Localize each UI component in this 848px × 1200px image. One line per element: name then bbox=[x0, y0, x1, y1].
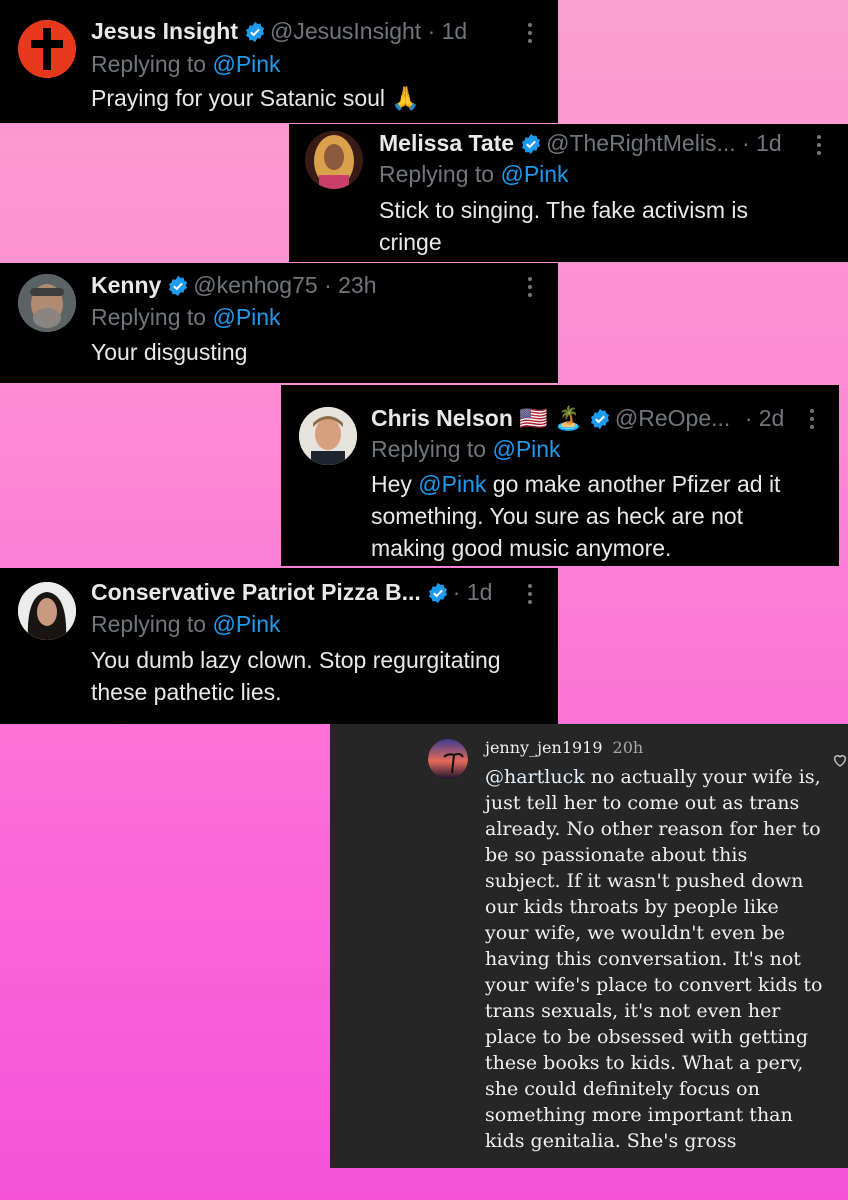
profile-photo-icon bbox=[299, 407, 357, 465]
tweet-card-chris-nelson[interactable]: Chris Nelson 🇺🇸 🏝️ @ReOpe... · 2d Replyin… bbox=[281, 385, 839, 566]
comment-body: no actually your wife is, just tell her … bbox=[485, 766, 823, 1152]
mention-link[interactable]: @hartluck bbox=[485, 766, 585, 788]
verified-badge-icon bbox=[428, 582, 447, 604]
replying-to-label: Replying to bbox=[91, 51, 207, 77]
tweet-text: Praying for your Satanic soul 🙏 bbox=[91, 85, 421, 111]
avatar[interactable] bbox=[428, 739, 468, 779]
tweet-card-kenny[interactable]: Kenny @kenhog75 · 23h Replying to @Pink Y… bbox=[0, 263, 558, 383]
replying-to-label: Replying to bbox=[379, 161, 495, 187]
display-name[interactable]: Conservative Patriot Pizza B... bbox=[91, 579, 421, 605]
verified-badge-icon bbox=[522, 133, 541, 155]
tweet-text-line: Hey @Pink go make another Pfizer ad it bbox=[371, 468, 831, 500]
profile-photo-icon bbox=[18, 582, 76, 640]
verified-badge-icon bbox=[245, 21, 265, 43]
display-name[interactable]: Kenny bbox=[91, 272, 161, 298]
replying-to: Replying to @Pink bbox=[91, 610, 281, 638]
avatar[interactable] bbox=[299, 407, 357, 465]
tweet-text-line: Stick to singing. The fake activism is bbox=[379, 197, 748, 223]
more-options-icon[interactable] bbox=[527, 584, 533, 606]
user-handle[interactable]: @kenhog75 bbox=[193, 272, 317, 298]
heart-icon[interactable] bbox=[832, 752, 848, 768]
tweet-text: You dumb lazy clown. Stop regurgitating … bbox=[91, 644, 551, 708]
replying-to: Replying to @Pink bbox=[371, 435, 561, 463]
verified-badge-icon bbox=[590, 408, 609, 430]
avatar[interactable] bbox=[18, 274, 76, 332]
display-name[interactable]: Chris Nelson 🇺🇸 🏝️ bbox=[371, 405, 583, 431]
tweet-header: Conservative Patriot Pizza B... · 1d bbox=[91, 578, 492, 606]
tweet-text: Your disgusting bbox=[91, 339, 248, 365]
display-name[interactable]: Jesus Insight bbox=[91, 18, 238, 44]
more-options-icon[interactable] bbox=[527, 277, 533, 299]
replying-to-label: Replying to bbox=[91, 304, 207, 330]
verified-badge-icon bbox=[169, 275, 188, 297]
timestamp[interactable]: · 23h bbox=[324, 272, 376, 298]
tweet-text: Hey @Pink go make another Pfizer ad it s… bbox=[371, 468, 831, 564]
cross-logo-icon bbox=[18, 20, 76, 78]
timestamp[interactable]: · 1d bbox=[453, 579, 493, 605]
replying-to-label: Replying to bbox=[371, 436, 487, 462]
mention-link[interactable]: @Pink bbox=[418, 471, 486, 497]
text-fragment: Hey bbox=[371, 471, 419, 497]
user-handle[interactable]: @JesusInsight bbox=[270, 18, 421, 44]
tweet-text-line: You dumb lazy clown. Stop regurgitating bbox=[91, 647, 501, 673]
avatar[interactable] bbox=[18, 20, 76, 78]
tweet-text: Stick to singing. The fake activism is c… bbox=[379, 194, 839, 258]
more-options-icon[interactable] bbox=[527, 23, 533, 45]
profile-photo-icon bbox=[18, 274, 76, 332]
timestamp[interactable]: · 1d bbox=[428, 18, 468, 44]
username[interactable]: jenny_jen1919 bbox=[485, 738, 603, 757]
tweet-text-line: making good music anymore. bbox=[371, 535, 672, 561]
avatar[interactable] bbox=[18, 582, 76, 640]
replying-to-mention[interactable]: @Pink bbox=[492, 436, 560, 462]
avatar[interactable] bbox=[305, 131, 363, 189]
tweet-card-melissa-tate[interactable]: Melissa Tate @TheRightMelis... · 1d Reply… bbox=[289, 124, 848, 262]
replying-to-label: Replying to bbox=[91, 611, 207, 637]
tweet-text-line: these pathetic lies. bbox=[91, 679, 282, 705]
tweet-header: Kenny @kenhog75 · 23h bbox=[91, 271, 377, 299]
timestamp[interactable]: · 2d bbox=[745, 405, 785, 431]
instagram-comment-card[interactable]: jenny_jen1919 20h @hartluck no actually y… bbox=[330, 724, 848, 1168]
more-options-icon[interactable] bbox=[809, 409, 815, 431]
replying-to-mention[interactable]: @Pink bbox=[212, 51, 280, 77]
comment-header: jenny_jen1919 20h bbox=[485, 738, 643, 757]
user-handle[interactable]: @ReOpe... bbox=[615, 405, 730, 431]
sunset-photo-icon bbox=[428, 739, 468, 779]
user-handle[interactable]: @TheRightMelis... bbox=[546, 130, 736, 156]
timestamp[interactable]: · 1d bbox=[742, 130, 782, 156]
tweet-header: Chris Nelson 🇺🇸 🏝️ @ReOpe... · 2d bbox=[371, 404, 784, 432]
display-name[interactable]: Melissa Tate bbox=[379, 130, 514, 156]
comment-text: @hartluck no actually your wife is, just… bbox=[485, 764, 825, 1154]
replying-to-mention[interactable]: @Pink bbox=[212, 304, 280, 330]
replying-to: Replying to @Pink bbox=[91, 303, 281, 331]
tweet-header: Melissa Tate @TheRightMelis... · 1d bbox=[379, 129, 782, 157]
text-fragment: go make another Pfizer ad it bbox=[486, 471, 781, 497]
tweet-header: Jesus Insight @JesusInsight · 1d bbox=[91, 17, 467, 45]
timestamp: 20h bbox=[612, 738, 644, 757]
replying-to: Replying to @Pink bbox=[91, 50, 281, 78]
replying-to-mention[interactable]: @Pink bbox=[500, 161, 568, 187]
replying-to: Replying to @Pink bbox=[379, 160, 569, 188]
tweet-text-line: cringe bbox=[379, 229, 442, 255]
more-options-icon[interactable] bbox=[816, 135, 822, 157]
profile-photo-icon bbox=[305, 131, 363, 189]
tweet-card-conservative-patriot[interactable]: Conservative Patriot Pizza B... · 1d Repl… bbox=[0, 568, 558, 724]
replying-to-mention[interactable]: @Pink bbox=[212, 611, 280, 637]
tweet-text-line: something. You sure as heck are not bbox=[371, 503, 744, 529]
tweet-card-jesus-insight[interactable]: Jesus Insight @JesusInsight · 1d Replying… bbox=[0, 0, 558, 123]
